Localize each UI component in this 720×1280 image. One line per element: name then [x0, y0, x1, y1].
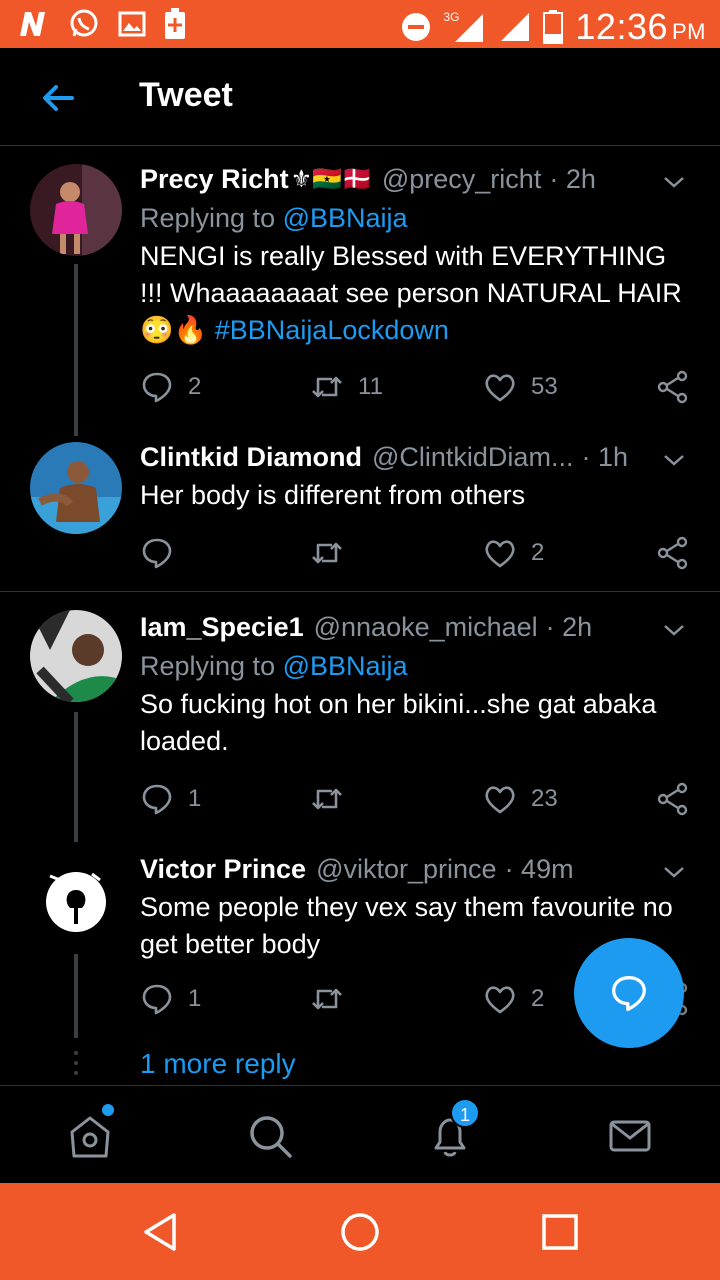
chevron-down-icon[interactable] [662, 618, 686, 642]
author-name[interactable]: Victor Prince [140, 854, 306, 885]
retweet-button[interactable] [310, 536, 358, 570]
more-replies-link[interactable]: 1 more reply [140, 1048, 296, 1080]
tweet[interactable]: Iam_Specie1 @nnaoke_michael · 2h Replyin… [0, 592, 720, 842]
retweet-icon [312, 988, 342, 1010]
emoji: 😳🔥 [140, 315, 208, 345]
retweet-icon [312, 788, 342, 810]
whatsapp-icon [70, 9, 98, 37]
retweet-icon [312, 376, 342, 398]
nav-notifications[interactable]: 1 [426, 1098, 480, 1160]
heart-icon [485, 540, 515, 568]
retweet-button[interactable]: 11 [310, 370, 383, 404]
like-button[interactable]: 2 [483, 536, 544, 570]
messages-icon [609, 1120, 651, 1152]
arrow-left-icon[interactable] [40, 80, 76, 116]
chevron-down-icon[interactable] [662, 860, 686, 884]
avatar[interactable] [30, 852, 122, 944]
recents-square-icon[interactable] [539, 1211, 581, 1253]
tweet-body: So fucking hot on her bikini...she gat a… [140, 689, 657, 756]
back-triangle-icon[interactable] [140, 1211, 182, 1253]
home-circle-icon[interactable] [339, 1211, 381, 1253]
avatar[interactable] [30, 164, 122, 256]
thread-line [74, 712, 78, 842]
mention-link[interactable]: @BBNaija [283, 203, 408, 233]
nav-search[interactable] [246, 1112, 294, 1160]
reply-icon [612, 976, 646, 1012]
nav-messages[interactable] [606, 1112, 654, 1160]
share-button[interactable] [656, 370, 690, 404]
author-name[interactable]: Clintkid Diamond [140, 442, 362, 473]
hashtag-link[interactable]: #BBNaijaLockdown [215, 315, 449, 345]
author-handle: @precy_richt [381, 164, 542, 194]
avatar[interactable] [30, 442, 122, 534]
reply-button[interactable] [140, 536, 188, 570]
like-button[interactable]: 23 [483, 782, 558, 816]
tweet-time: · 1h [581, 442, 628, 472]
name-emoji: ⚜🇬🇭🇩🇰 [290, 166, 372, 193]
reply-icon [142, 372, 172, 403]
author-handle: @ClintkidDiam... [372, 442, 574, 472]
share-icon [657, 370, 688, 404]
status-bar: 3G 12:36 PM [0, 0, 720, 48]
tweet-time: · 49m [504, 854, 574, 884]
share-button[interactable] [656, 536, 690, 570]
heart-icon [485, 374, 515, 402]
share-icon [657, 536, 688, 570]
reply-button[interactable]: 1 [140, 982, 201, 1016]
avatar[interactable] [30, 610, 122, 702]
compose-reply-button[interactable] [574, 938, 684, 1048]
do-not-disturb-icon [402, 13, 431, 41]
tweet[interactable]: Clintkid Diamond @ClintkidDiam... · 1h H… [0, 436, 720, 590]
reply-button[interactable]: 1 [140, 782, 201, 816]
notification-badge: 1 [450, 1098, 480, 1128]
battery-saver-icon [165, 8, 185, 39]
app-header: Tweet [0, 48, 720, 146]
author-name[interactable]: Precy Richt [140, 164, 289, 195]
chevron-down-icon[interactable] [662, 170, 686, 194]
reply-icon [142, 984, 172, 1015]
thread-line [74, 264, 78, 436]
heart-icon [485, 986, 515, 1014]
reply-icon [142, 538, 172, 569]
retweet-button[interactable] [310, 782, 358, 816]
like-button[interactable]: 2 [483, 982, 544, 1016]
author-handle: @nnaoke_michael [313, 612, 538, 642]
battery-icon [543, 10, 564, 44]
retweet-button[interactable] [310, 982, 358, 1016]
reply-button[interactable]: 2 [140, 370, 201, 404]
tweet-body: Her body is different from others [140, 480, 526, 510]
share-icon [657, 782, 688, 816]
notification-n-icon [20, 12, 45, 36]
share-button[interactable] [656, 782, 690, 816]
nav-home[interactable] [66, 1104, 114, 1160]
signal-icon: 3G [443, 10, 487, 44]
chevron-down-icon[interactable] [662, 448, 686, 472]
signal-icon [501, 13, 530, 41]
replying-to: Replying to @BBNaija [140, 203, 408, 233]
tweet-time: · 2h [545, 612, 593, 642]
mention-link[interactable]: @BBNaija [283, 651, 408, 681]
system-nav-bar [0, 1183, 720, 1280]
bottom-nav: 1 [0, 1085, 720, 1183]
unread-dot [102, 1104, 114, 1116]
tweet-body: NENGI is really Blessed with EVERYTHING … [140, 241, 682, 345]
thread-dots [74, 1051, 78, 1075]
author-name[interactable]: Iam_Specie1 [140, 612, 304, 643]
author-handle: @viktor_prince [316, 854, 497, 884]
retweet-icon [312, 542, 342, 564]
search-icon [250, 1116, 292, 1158]
gallery-icon [118, 11, 146, 37]
thread-line [74, 954, 78, 1038]
page-title: Tweet [139, 76, 233, 114]
replying-to: Replying to @BBNaija [140, 651, 408, 681]
home-icon [70, 1116, 110, 1158]
heart-icon [485, 786, 515, 814]
tweet-time: · 2h [549, 164, 596, 194]
tweet[interactable]: Precy Richt ⚜🇬🇭🇩🇰 @precy_richt · 2h Repl… [0, 146, 720, 436]
clock: 12:36 PM [575, 6, 706, 47]
like-button[interactable]: 53 [483, 370, 558, 404]
reply-icon [142, 784, 172, 815]
